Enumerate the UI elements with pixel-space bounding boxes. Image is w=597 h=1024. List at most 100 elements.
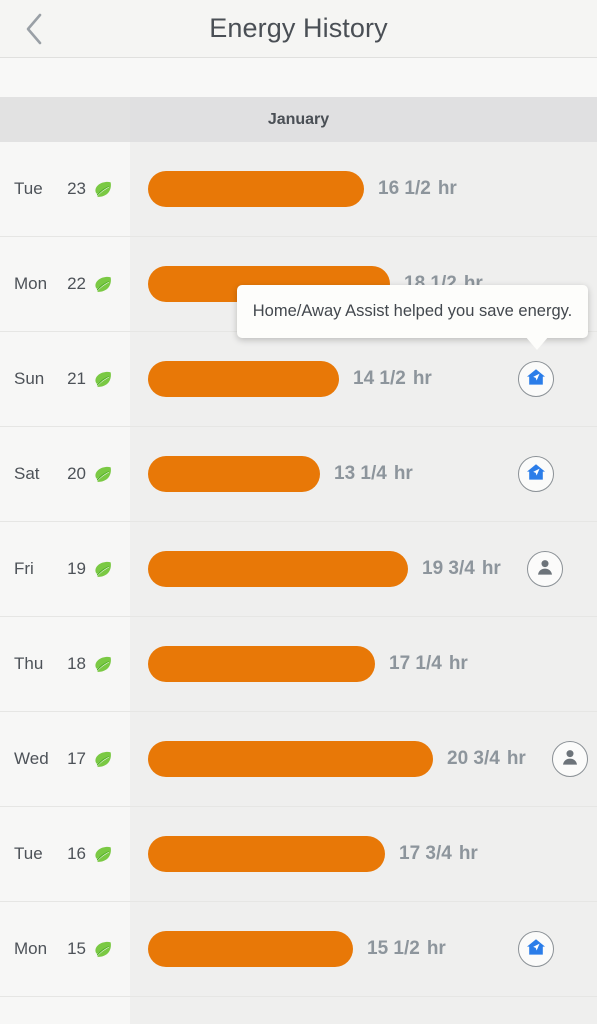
leaf-icon [93, 939, 113, 959]
day-of-week-label: Fri [14, 559, 34, 578]
usage-hours-value: 19 3/4 [422, 558, 475, 579]
table-row[interactable]: Tue 23 16 1/2 hr [0, 142, 597, 237]
month-label: January [267, 110, 330, 128]
table-row[interactable]: Tue 16 17 3/4 hr [0, 807, 597, 902]
manual-adjust-badge[interactable] [552, 741, 588, 777]
usage-bar [148, 741, 433, 777]
home-away-assist-badge[interactable] [518, 931, 554, 967]
row-bar-cell: 14 1/2 hr [130, 332, 597, 426]
day-number-label: 15 [67, 939, 86, 958]
day-number-label: 23 [67, 179, 86, 198]
home-away-assist-badge[interactable] [518, 456, 554, 492]
row-day-cell: Sat 20 [0, 427, 130, 521]
tooltip-text: Home/Away Assist helped you save energy. [252, 302, 573, 320]
table-row[interactable]: Wed 17 20 3/4 hr [0, 712, 597, 807]
row-bar-cell: 16 1/2 hr [130, 142, 597, 236]
day-of-week-label: Sun [14, 369, 45, 388]
table-row[interactable]: Sun 21 14 1/2 hr [0, 332, 597, 427]
table-row[interactable]: Fri 19 19 3/4 hr [0, 522, 597, 617]
usage-hours-value: 20 3/4 [447, 748, 500, 769]
day-of-week-label: Tue [14, 179, 43, 198]
row-bar-cell: 17 3/4 hr [130, 807, 597, 901]
day-number-label: 18 [67, 654, 86, 673]
day-of-week-label: Thu [14, 654, 44, 673]
home-away-assist-tooltip[interactable]: Home/Away Assist helped you save energy. [237, 285, 588, 338]
usage-hours-label: 17 3/4 hr [399, 807, 478, 901]
usage-hours-value: 17 1/4 [389, 653, 442, 674]
row-bar-cell: 15 1/2 hr [130, 902, 597, 996]
day-of-week-label: Mon [14, 939, 48, 958]
day-number-label: 17 [67, 749, 86, 768]
table-row[interactable] [0, 997, 597, 1024]
header-spacer [0, 58, 597, 97]
home-away-assist-icon [525, 936, 547, 963]
leaf-icon [93, 274, 113, 294]
leaf-icon [93, 654, 113, 674]
home-away-assist-icon [525, 366, 547, 393]
row-day-cell: Mon 22 [0, 237, 130, 331]
usage-bar [148, 456, 320, 492]
row-day-cell: Fri 19 [0, 522, 130, 616]
energy-history-screen: Energy History January Tue 23 16 1/2 hr Mon 2… [0, 0, 597, 1024]
usage-hours-unit: hr [448, 653, 468, 674]
usage-bar [148, 836, 385, 872]
table-row[interactable]: Sat 20 13 1/4 hr [0, 427, 597, 522]
row-day-cell: Wed 17 [0, 712, 130, 806]
manual-adjust-icon [559, 746, 581, 773]
usage-hours-unit: hr [393, 463, 413, 484]
home-away-assist-icon [525, 461, 547, 488]
usage-hours-value: 13 1/4 [334, 463, 387, 484]
row-day-cell: Tue 16 [0, 807, 130, 901]
usage-hours-label: 17 1/4 hr [389, 617, 468, 711]
leaf-icon [93, 749, 113, 769]
usage-hours-unit: hr [458, 843, 478, 864]
usage-hours-label: 16 1/2 hr [378, 142, 457, 236]
month-section-header: January [0, 97, 597, 142]
row-bar-cell: 19 3/4 hr [130, 522, 597, 616]
table-row[interactable]: Mon 15 15 1/2 hr [0, 902, 597, 997]
page-title: Energy History [209, 13, 388, 43]
usage-hours-label: 13 1/4 hr [334, 427, 413, 521]
leaf-icon [93, 179, 113, 199]
row-day-cell: Thu 18 [0, 617, 130, 711]
day-number-label: 16 [67, 844, 86, 863]
manual-adjust-icon [534, 556, 556, 583]
usage-hours-value: 15 1/2 [367, 938, 420, 959]
app-header: Energy History [0, 0, 597, 58]
row-day-cell: Mon 15 [0, 902, 130, 996]
row-day-cell: Sun 21 [0, 332, 130, 426]
leaf-icon [93, 369, 113, 389]
row-bar-cell: 20 3/4 hr [130, 712, 597, 806]
usage-bar [148, 931, 353, 967]
day-of-week-label: Tue [14, 844, 43, 863]
row-bar-cell: 13 1/4 hr [130, 427, 597, 521]
usage-hours-unit: hr [437, 178, 457, 199]
day-of-week-label: Wed [14, 749, 49, 768]
day-number-label: 22 [67, 274, 86, 293]
usage-hours-unit: hr [426, 938, 446, 959]
table-row[interactable]: Thu 18 17 1/4 hr [0, 617, 597, 712]
manual-adjust-badge[interactable] [527, 551, 563, 587]
usage-bar [148, 646, 375, 682]
usage-hours-label: 19 3/4 hr [422, 522, 501, 616]
row-bar-cell: 17 1/4 hr [130, 617, 597, 711]
leaf-icon [93, 464, 113, 484]
usage-hours-unit: hr [481, 558, 501, 579]
usage-hours-label: 20 3/4 hr [447, 712, 526, 806]
usage-bar [148, 361, 339, 397]
day-number-label: 20 [67, 464, 86, 483]
row-day-cell [0, 997, 130, 1024]
day-of-week-label: Mon [14, 274, 48, 293]
home-away-assist-badge[interactable] [518, 361, 554, 397]
day-number-label: 21 [67, 369, 86, 388]
usage-hours-value: 17 3/4 [399, 843, 452, 864]
row-day-cell: Tue 23 [0, 142, 130, 236]
usage-bar [148, 171, 364, 207]
energy-history-list[interactable]: Tue 23 16 1/2 hr Mon 22 18 1/2 hr Sun 21 14 1/2 hr S… [0, 142, 597, 1024]
usage-hours-value: 14 1/2 [353, 368, 406, 389]
usage-hours-value: 16 1/2 [378, 178, 431, 199]
usage-hours-label: 15 1/2 hr [367, 902, 446, 996]
leaf-icon [93, 844, 113, 864]
usage-hours-unit: hr [412, 368, 432, 389]
day-number-label: 19 [67, 559, 86, 578]
